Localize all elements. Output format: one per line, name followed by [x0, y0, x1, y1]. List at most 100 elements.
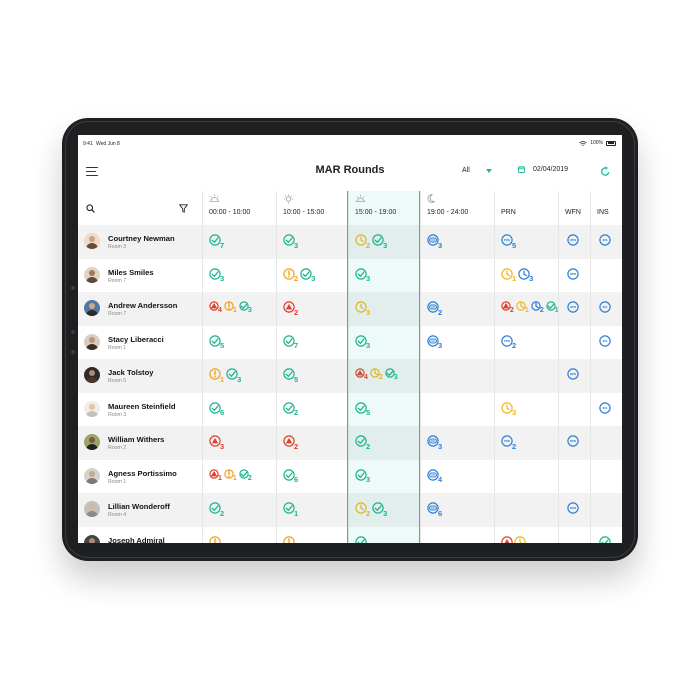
- schedule-cell[interactable]: 5: [348, 392, 420, 426]
- check-circle-icon[interactable]: 2: [239, 468, 252, 482]
- table-row[interactable]: Courtney Newman Room 3 7 3 2 3 3 PRN 5 WFN INS: [78, 225, 622, 259]
- table-row[interactable]: Maureen Steinfield Room 3 6 2 5 3 INS: [78, 392, 622, 426]
- check-circle-icon[interactable]: 7: [209, 234, 224, 249]
- exclamation-circle-icon[interactable]: 1: [209, 368, 224, 383]
- wfn-badge-icon[interactable]: WFN: [567, 234, 579, 246]
- check-circle-icon[interactable]: 6: [209, 401, 224, 416]
- check-circle-icon[interactable]: 3: [385, 368, 398, 381]
- schedule-cell[interactable]: 6: [202, 392, 276, 426]
- pill-icon[interactable]: 2: [427, 301, 442, 316]
- schedule-cell[interactable]: 3: [420, 225, 494, 259]
- check-circle-icon[interactable]: 3: [355, 334, 370, 349]
- schedule-cell[interactable]: WFN: [558, 359, 590, 393]
- schedule-cell[interactable]: 2: [276, 392, 348, 426]
- schedule-cell[interactable]: 13: [202, 359, 276, 393]
- patient-name[interactable]: Joseph Admiral: [108, 536, 165, 544]
- clock-icon[interactable]: 1: [516, 301, 529, 314]
- patient-name[interactable]: Maureen Steinfield: [108, 402, 176, 411]
- schedule-cell[interactable]: 7: [276, 325, 348, 359]
- check-circle-icon[interactable]: 3: [355, 468, 370, 483]
- schedule-cell[interactable]: WFN: [558, 493, 590, 527]
- alert-triangle-icon[interactable]: 2: [283, 301, 298, 316]
- schedule-cell[interactable]: 6: [420, 493, 494, 527]
- schedule-cell[interactable]: 13: [494, 258, 558, 292]
- schedule-cell[interactable]: INS: [590, 225, 622, 259]
- clock-icon[interactable]: 2: [370, 368, 383, 381]
- schedule-cell[interactable]: 3: [494, 392, 558, 426]
- check-circle-icon[interactable]: 3: [239, 301, 252, 314]
- schedule-cell[interactable]: WFN: [558, 292, 590, 326]
- table-row[interactable]: Agness Portissimo Room 1 1 1 2 6 3 4: [78, 459, 622, 493]
- schedule-cell[interactable]: 3: [276, 225, 348, 259]
- check-circle-icon[interactable]: 3: [283, 234, 298, 249]
- schedule-cell[interactable]: WFN: [558, 426, 590, 460]
- alert-triangle-icon[interactable]: 1: [209, 468, 222, 482]
- schedule-cell[interactable]: [420, 526, 494, 543]
- clock-blue-icon[interactable]: 3: [518, 267, 533, 282]
- prn-badge-icon[interactable]: PRN 2: [501, 334, 516, 349]
- exclamation-circle-icon[interactable]: [209, 535, 221, 543]
- exclamation-circle-icon[interactable]: 1: [224, 468, 237, 482]
- schedule-cell[interactable]: 23: [276, 258, 348, 292]
- schedule-cell[interactable]: [590, 493, 622, 527]
- check-circle-icon[interactable]: 3: [372, 502, 387, 517]
- clock-icon[interactable]: 3: [355, 301, 370, 316]
- schedule-cell[interactable]: [494, 493, 558, 527]
- schedule-cell[interactable]: 3: [348, 459, 420, 493]
- schedule-cell[interactable]: 5: [202, 325, 276, 359]
- pill-icon[interactable]: 3: [427, 435, 442, 450]
- check-circle-icon[interactable]: 3: [209, 267, 224, 282]
- ins-badge-icon[interactable]: INS: [599, 334, 611, 347]
- schedule-cell[interactable]: 5: [276, 359, 348, 393]
- patient-name[interactable]: Stacy Liberacci: [108, 335, 164, 344]
- schedule-cell[interactable]: 2: [348, 426, 420, 460]
- schedule-cell[interactable]: PRN 5: [494, 225, 558, 259]
- schedule-cell[interactable]: [494, 359, 558, 393]
- schedule-cell[interactable]: [276, 526, 348, 543]
- alert-triangle-icon[interactable]: 3: [209, 435, 224, 450]
- check-circle-icon[interactable]: 5: [355, 401, 370, 416]
- check-circle-icon[interactable]: 3: [300, 267, 315, 282]
- schedule-cell[interactable]: 2: [420, 292, 494, 326]
- schedule-cell[interactable]: [202, 526, 276, 543]
- alert-triangle-icon[interactable]: 2: [501, 301, 514, 314]
- schedule-cell[interactable]: 6: [276, 459, 348, 493]
- patient-name[interactable]: Jack Tolstoy: [108, 368, 153, 377]
- schedule-cell[interactable]: [494, 459, 558, 493]
- check-circle-icon[interactable]: 1: [283, 502, 298, 517]
- schedule-cell[interactable]: [590, 258, 622, 292]
- exclamation-circle-icon[interactable]: 2: [283, 267, 298, 282]
- table-row[interactable]: Miles Smiles Room 7 3 2 3 3 1 3 WFN: [78, 258, 622, 292]
- schedule-cell[interactable]: 3: [202, 258, 276, 292]
- pill-icon[interactable]: 3: [427, 234, 442, 249]
- schedule-cell[interactable]: WFN: [558, 225, 590, 259]
- schedule-cell[interactable]: INS: [590, 292, 622, 326]
- wfn-badge-icon[interactable]: WFN: [567, 502, 579, 514]
- check-circle-icon[interactable]: 5: [283, 368, 298, 383]
- alert-triangle-icon[interactable]: 4: [209, 301, 222, 314]
- check-circle-icon[interactable]: 1: [546, 301, 559, 314]
- check-circle-icon[interactable]: 7: [283, 334, 298, 349]
- schedule-cell[interactable]: 3: [420, 325, 494, 359]
- filter-funnel-icon[interactable]: [179, 204, 188, 213]
- alert-triangle-icon[interactable]: 2: [283, 435, 298, 450]
- schedule-cell[interactable]: [420, 392, 494, 426]
- date-picker[interactable]: 02/04/2019: [518, 166, 568, 173]
- schedule-cell[interactable]: [558, 526, 590, 543]
- check-circle-icon[interactable]: 2: [209, 502, 224, 517]
- schedule-cell[interactable]: 2: [276, 426, 348, 460]
- table-row[interactable]: Jack Tolstoy Room 5 1 3 5 4 2 3 WFN: [78, 359, 622, 393]
- schedule-cell[interactable]: [590, 426, 622, 460]
- schedule-cell[interactable]: [420, 359, 494, 393]
- table-row[interactable]: Joseph Admiral: [78, 526, 622, 544]
- schedule-cell[interactable]: 1: [276, 493, 348, 527]
- schedule-cell[interactable]: 1 1 2: [202, 459, 276, 493]
- prn-badge-icon[interactable]: PRN 2: [501, 435, 516, 450]
- alert-triangle-icon[interactable]: 4: [355, 368, 368, 381]
- schedule-cell[interactable]: [590, 526, 622, 543]
- schedule-cell[interactable]: [558, 392, 590, 426]
- refresh-icon[interactable]: [600, 166, 611, 177]
- schedule-cell[interactable]: 2: [276, 292, 348, 326]
- table-row[interactable]: William Withers Room 2 3 2 2 3 PRN 2 WFN: [78, 426, 622, 460]
- wfn-badge-icon[interactable]: WFN: [567, 301, 579, 313]
